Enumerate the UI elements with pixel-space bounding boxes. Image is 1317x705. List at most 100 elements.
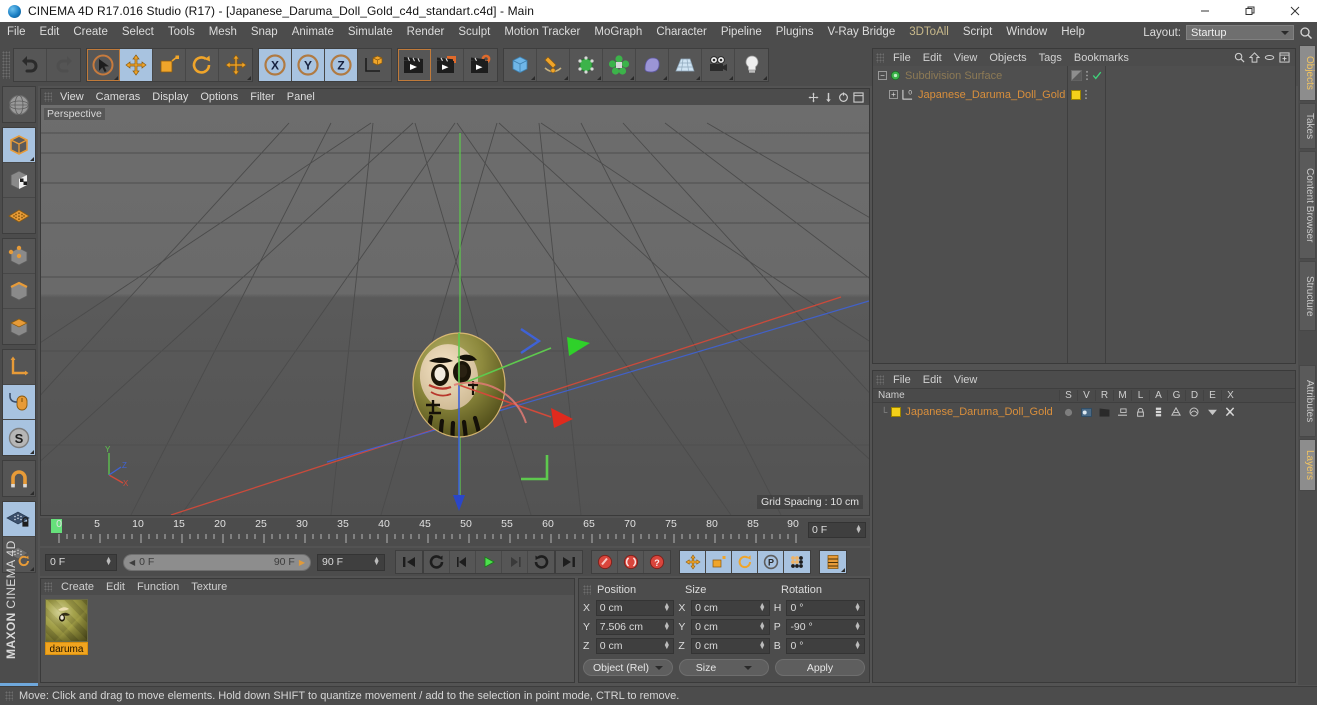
position-z-input[interactable]: 0 cm ▲ ▼ (595, 637, 675, 654)
spinner-icon[interactable]: ▲ ▼ (663, 621, 670, 632)
model-mode-button[interactable] (3, 128, 35, 163)
menu-mograph[interactable]: MoGraph (587, 22, 649, 43)
menu-character[interactable]: Character (649, 22, 714, 43)
start-frame-field[interactable]: 0 F ▲ ▼ (45, 553, 117, 571)
scale-key-button[interactable] (706, 551, 732, 573)
tab-takes[interactable]: Takes (1299, 103, 1316, 149)
material-tag-yellow[interactable] (1071, 89, 1081, 100)
rotation-h-input[interactable]: 0 ° ▲ ▼ (786, 599, 866, 616)
layer-cell-v[interactable] (1077, 407, 1095, 417)
live-selection-tool[interactable] (87, 48, 120, 81)
tab-layers[interactable]: Layers (1299, 439, 1316, 491)
apply-button[interactable]: Apply (775, 659, 865, 676)
spinner-icon[interactable]: ▲ ▼ (759, 602, 766, 613)
enable-axis-modification-button[interactable] (3, 385, 35, 420)
menu-window[interactable]: Window (999, 22, 1054, 43)
keyframe-selection-button[interactable]: ? (644, 551, 670, 573)
add-array-button[interactable] (603, 48, 636, 81)
yellow-layer-swatch[interactable] (891, 407, 902, 417)
move-tool[interactable] (120, 48, 153, 81)
object-menu-view[interactable]: View (948, 52, 984, 64)
play-forwards-button[interactable] (476, 551, 502, 573)
enable-snapping-button[interactable] (3, 461, 35, 496)
check-icon[interactable] (1092, 70, 1102, 81)
layout-dropdown[interactable]: Startup (1186, 25, 1294, 40)
world-object-coordinate-button[interactable] (358, 48, 391, 81)
menu-select[interactable]: Select (115, 22, 161, 43)
layer-row-japanese-daruma-doll-gold[interactable]: └ Japanese_Daruma_Doll_Gold (873, 403, 1295, 421)
rotate-tool[interactable] (186, 48, 219, 81)
render-settings-button[interactable] (464, 48, 497, 81)
maximize-view-icon[interactable] (853, 91, 864, 103)
viewport-menu-view[interactable]: View (54, 91, 90, 103)
make-editable-button[interactable] (3, 87, 35, 122)
coordinate-mode-dropdown[interactable]: Object (Rel) (583, 659, 673, 676)
menu-create[interactable]: Create (66, 22, 115, 43)
x-axis-lock-button[interactable]: X (259, 48, 292, 81)
menu-tools[interactable]: Tools (161, 22, 202, 43)
add-generator-button[interactable] (570, 48, 603, 81)
expand-icon[interactable] (1279, 52, 1290, 63)
material-menu-function[interactable]: Function (131, 581, 185, 593)
toolbar-grip[interactable] (2, 50, 10, 79)
object-menu-tags[interactable]: Tags (1033, 52, 1068, 64)
spinner-icon[interactable]: ▲ ▼ (855, 524, 862, 535)
menu-vray-bridge[interactable]: V-Ray Bridge (820, 22, 902, 43)
material-menu-texture[interactable]: Texture (185, 581, 233, 593)
go-to-previous-key-button[interactable] (424, 551, 450, 573)
layer-cell-e[interactable] (1203, 408, 1221, 416)
tab-structure[interactable]: Structure (1299, 261, 1316, 331)
range-right-arrow-icon[interactable]: ▶ (299, 558, 305, 567)
viewport-menu-cameras[interactable]: Cameras (90, 91, 147, 103)
link-icon[interactable] (1264, 52, 1275, 63)
layer-cell-g[interactable] (1167, 407, 1185, 417)
object-tree[interactable]: − Subdivision Surface + 0 Japanese_Darum… (873, 66, 1068, 363)
edge-mode-button[interactable] (3, 274, 35, 309)
position-y-input[interactable]: 7.506 cm ▲ ▼ (595, 618, 675, 635)
object-manager-body[interactable]: − Subdivision Surface + 0 Japanese_Darum… (873, 66, 1295, 363)
parameter-key-button[interactable]: P (758, 551, 784, 573)
scale-tool[interactable] (153, 48, 186, 81)
viewport-menu-display[interactable]: Display (146, 91, 194, 103)
spinner-icon[interactable]: ▲ ▼ (854, 640, 861, 651)
render-to-picture-viewer-button[interactable] (431, 48, 464, 81)
spinner-icon[interactable]: ▲ ▼ (759, 640, 766, 651)
move-axis-tool[interactable] (219, 48, 252, 81)
go-back-one-frame-button[interactable] (450, 551, 476, 573)
spinner-icon[interactable]: ▲ ▼ (854, 621, 861, 632)
add-scene-environment-button[interactable] (669, 48, 702, 81)
object-row-subdivision-surface[interactable]: − Subdivision Surface (873, 66, 1067, 85)
autokeying-button[interactable] (618, 551, 644, 573)
render-view-button[interactable] (398, 48, 431, 81)
layer-menu-file[interactable]: File (887, 374, 917, 386)
menu-script[interactable]: Script (956, 22, 999, 43)
object-manager-grip[interactable] (876, 52, 884, 63)
tab-content-browser[interactable]: Content Browser (1299, 151, 1316, 259)
add-cube-object-button[interactable] (504, 48, 537, 81)
material-manager-body[interactable]: daruma (41, 595, 574, 682)
spinner-icon[interactable]: ▲ ▼ (373, 556, 380, 567)
coordinates-grip[interactable] (583, 584, 591, 595)
layer-cell-s[interactable] (1059, 408, 1077, 417)
phong-tag-icon[interactable] (1071, 70, 1082, 81)
viewport-menu-options[interactable]: Options (194, 91, 244, 103)
pan-icon[interactable] (808, 91, 819, 103)
object-menu-edit[interactable]: Edit (917, 52, 948, 64)
menu-help[interactable]: Help (1054, 22, 1092, 43)
layer-cell-l[interactable] (1131, 407, 1149, 417)
menu-sculpt[interactable]: Sculpt (451, 22, 497, 43)
viewport-menu-filter[interactable]: Filter (244, 91, 280, 103)
menu-animate[interactable]: Animate (285, 22, 341, 43)
range-left-arrow-icon[interactable]: ◀ (129, 558, 135, 567)
current-frame-field[interactable]: 0 F ▲ ▼ (808, 522, 866, 538)
layer-cell-d[interactable] (1185, 407, 1203, 417)
timeline-ruler[interactable]: 0 5 10 15 20 25 30 35 40 45 50 55 60 65 … (43, 518, 803, 545)
layer-row-name-cell[interactable]: └ Japanese_Daruma_Doll_Gold (873, 406, 1059, 418)
end-frame-field[interactable]: 90 F ▲ ▼ (317, 553, 385, 571)
layer-menu-view[interactable]: View (948, 374, 984, 386)
material-menu-create[interactable]: Create (55, 581, 100, 593)
layer-cell-a[interactable] (1149, 407, 1167, 417)
status-bar-grip[interactable] (5, 691, 13, 701)
size-z-input[interactable]: 0 cm ▲ ▼ (691, 637, 770, 654)
material-item-daruma[interactable]: daruma (45, 599, 88, 655)
